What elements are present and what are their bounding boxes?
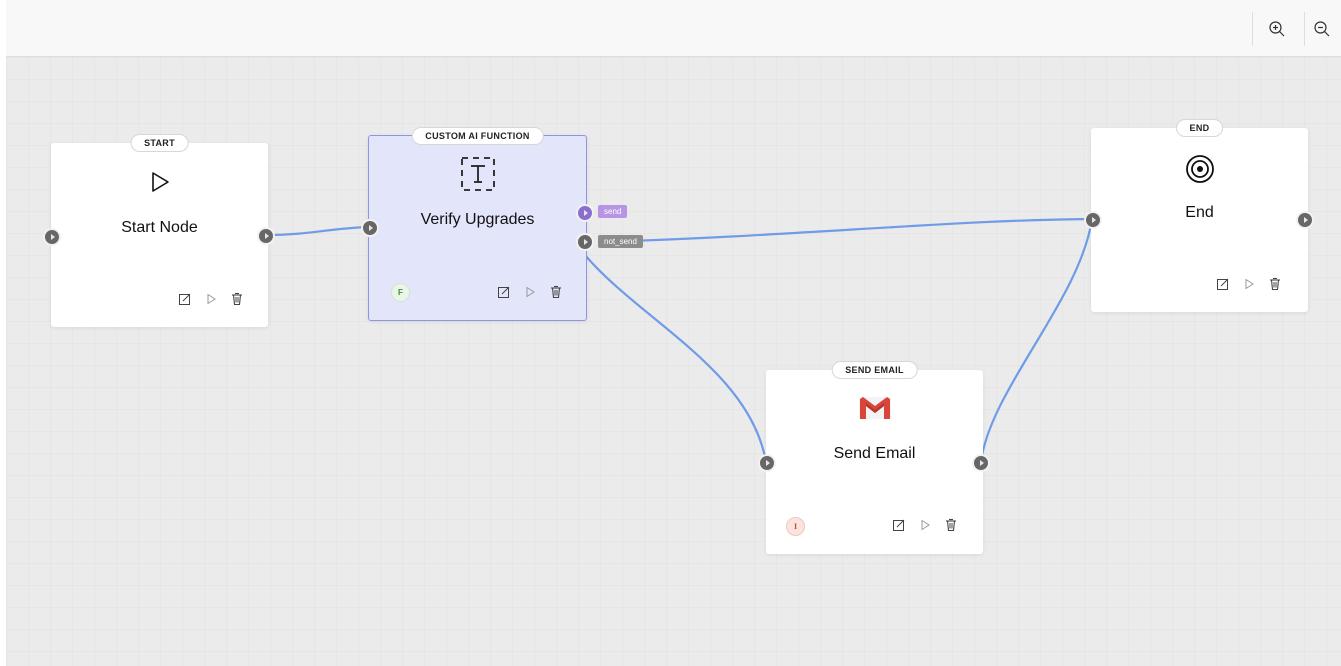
canvas-toolbar: [6, 0, 1341, 57]
zoom-out-icon: [1314, 21, 1330, 37]
edit-icon: [498, 286, 510, 298]
verify-input-port[interactable]: [361, 219, 379, 237]
send-output-port[interactable]: [576, 204, 594, 222]
node-type-badge: CUSTOM AI FUNCTION: [411, 127, 544, 145]
send-email-node[interactable]: SEND EMAIL Send Email I: [766, 361, 983, 554]
trash-icon: [232, 292, 242, 306]
run-button[interactable]: [1241, 276, 1257, 292]
email-output-port[interactable]: [972, 454, 990, 472]
not-send-output-port[interactable]: [576, 233, 594, 251]
edit-button[interactable]: [1215, 276, 1231, 292]
run-button[interactable]: [917, 517, 933, 533]
run-button[interactable]: [522, 284, 538, 300]
trash-icon: [1270, 277, 1280, 291]
edit-icon: [893, 519, 905, 531]
start-node[interactable]: START Start Node: [51, 134, 268, 327]
node-actions: [891, 517, 959, 533]
edit-button[interactable]: [177, 291, 193, 307]
run-icon: [207, 293, 216, 305]
node-type-badge: START: [130, 134, 189, 152]
send-label: send: [598, 205, 628, 218]
trash-icon: [551, 285, 561, 299]
custom-ai-function-node[interactable]: CUSTOM AI FUNCTION Verify Upgrades F: [368, 127, 587, 321]
edit-button[interactable]: [891, 517, 907, 533]
node-title: Send Email: [833, 445, 916, 462]
edit-icon: [1217, 278, 1229, 290]
end-input-port[interactable]: [1084, 211, 1102, 229]
zoom-out-button[interactable]: [1309, 12, 1335, 46]
trash-icon: [946, 518, 956, 532]
target-icon: [1183, 152, 1217, 186]
node-type-badge: END: [1175, 119, 1224, 137]
node-type-badge: SEND EMAIL: [831, 361, 918, 379]
toolbar-divider: [1252, 12, 1253, 46]
run-button[interactable]: [203, 291, 219, 307]
node-title: Verify Upgrades: [420, 211, 535, 228]
not-send-label: not_send: [598, 235, 643, 248]
toolbar-divider: [1304, 12, 1305, 46]
start-output-port[interactable]: [257, 227, 275, 245]
delete-button[interactable]: [1267, 276, 1283, 292]
play-icon: [148, 170, 172, 194]
node-actions: [177, 291, 245, 307]
run-icon: [526, 286, 535, 298]
node-title: Start Node: [121, 219, 198, 236]
end-node[interactable]: END End: [1091, 119, 1308, 312]
zoom-in-button[interactable]: [1260, 12, 1294, 46]
function-badge: F: [391, 283, 410, 302]
start-input-port[interactable]: [43, 228, 61, 246]
edit-button[interactable]: [496, 284, 512, 300]
delete-button[interactable]: [229, 291, 245, 307]
edit-icon: [179, 293, 191, 305]
email-input-port[interactable]: [758, 454, 776, 472]
integration-badge: I: [786, 517, 805, 536]
node-title: End: [1185, 204, 1214, 221]
zoom-in-icon: [1269, 21, 1285, 37]
end-output-port[interactable]: [1296, 211, 1314, 229]
node-actions: [1215, 276, 1283, 292]
node-actions: [496, 284, 564, 300]
run-icon: [921, 519, 930, 531]
delete-button[interactable]: [548, 284, 564, 300]
delete-button[interactable]: [943, 517, 959, 533]
text-box-icon: [458, 154, 498, 194]
gmail-icon: [857, 394, 893, 422]
run-icon: [1245, 278, 1254, 290]
